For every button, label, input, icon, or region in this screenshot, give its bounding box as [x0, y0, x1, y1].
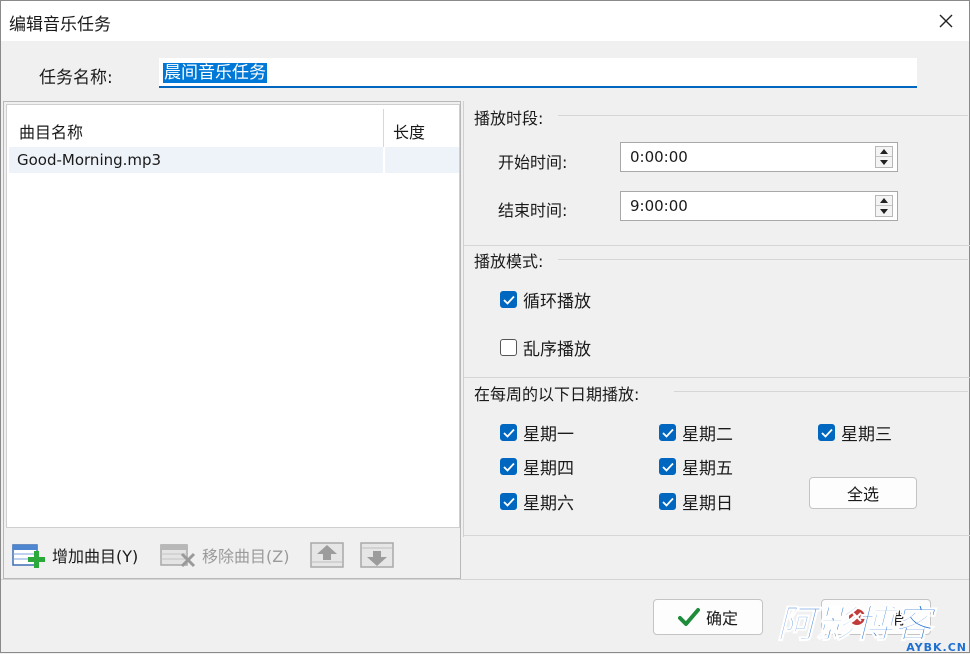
end-time-value: 9:00:00	[630, 197, 688, 215]
triangle-down-icon	[880, 208, 888, 214]
start-time-label: 开始时间:	[498, 153, 568, 172]
ok-label: 确定	[705, 609, 738, 628]
weekday-checkbox-fri[interactable]: 星期五	[659, 454, 733, 479]
song-name-cell: Good-Morning.mp3	[17, 151, 162, 169]
row-divider	[383, 147, 385, 173]
triangle-up-icon	[880, 198, 888, 203]
group-divider	[558, 259, 968, 260]
group-divider	[674, 391, 968, 392]
schedule-panel: 播放时段: 开始时间: 0:00:00 结束时间: 9:00:00 播放模式: …	[463, 101, 970, 537]
move-down-button[interactable]	[360, 538, 396, 572]
checkmark-icon	[661, 497, 674, 507]
select-all-label: 全选	[846, 485, 879, 504]
weekday-checkbox-wed[interactable]: 星期三	[818, 420, 892, 445]
weekdays-title: 在每周的以下日期播放:	[474, 385, 640, 404]
edit-music-task-dialog: 编辑音乐任务 任务名称: 晨间音乐任务 曲目名称 长度 Good-Morning…	[0, 0, 970, 654]
start-time-decrement[interactable]	[876, 157, 892, 167]
start-time-spin-buttons	[875, 146, 893, 168]
song-list[interactable]: 曲目名称 长度 Good-Morning.mp3	[6, 104, 460, 528]
weekday-label: 星期五	[682, 459, 733, 479]
checkbox-box	[659, 458, 676, 475]
checkmark-icon	[820, 428, 833, 438]
ok-button[interactable]: 确定	[653, 599, 763, 635]
window-title: 编辑音乐任务	[9, 15, 111, 35]
loop-play-checkbox[interactable]: 循环播放	[500, 287, 591, 312]
weekday-label: 星期一	[523, 425, 574, 445]
checkmark-icon	[502, 462, 515, 472]
section-divider	[464, 535, 970, 536]
checkbox-box	[500, 493, 517, 510]
task-name-label: 任务名称:	[39, 68, 113, 88]
remove-song-button[interactable]: 移除曲目(Z)	[160, 538, 289, 572]
add-song-icon	[12, 544, 45, 568]
end-time-spin-buttons	[875, 195, 893, 217]
checkmark-icon	[502, 428, 515, 438]
song-list-panel: 曲目名称 长度 Good-Morning.mp3 增加曲目(Y) 移除曲目(Z)	[3, 101, 461, 579]
column-header-length[interactable]: 长度	[393, 119, 425, 143]
checkmark-icon	[661, 428, 674, 438]
checkbox-box	[500, 339, 517, 356]
weekday-label: 星期二	[682, 425, 733, 445]
end-time-spinner[interactable]: 9:00:00	[620, 191, 898, 221]
close-icon	[939, 14, 953, 28]
select-all-button[interactable]: 全选	[809, 477, 917, 509]
triangle-down-icon	[880, 159, 888, 165]
shuffle-play-checkbox[interactable]: 乱序播放	[500, 335, 591, 360]
section-divider	[464, 377, 970, 378]
checkbox-box	[500, 291, 517, 308]
remove-song-icon	[160, 544, 196, 568]
checkbox-box	[500, 424, 517, 441]
song-list-row[interactable]: Good-Morning.mp3	[9, 147, 459, 173]
footer-divider	[1, 579, 969, 580]
weekday-checkbox-sun[interactable]: 星期日	[659, 489, 733, 514]
column-divider[interactable]	[383, 109, 384, 147]
play-mode-title: 播放模式:	[474, 252, 544, 271]
watermark-domain: AYBK.CN	[906, 641, 967, 654]
weekday-label: 星期六	[523, 494, 574, 514]
move-up-icon	[310, 542, 344, 568]
end-time-decrement[interactable]	[876, 206, 892, 216]
weekday-checkbox-thu[interactable]: 星期四	[500, 454, 574, 479]
shuffle-play-label: 乱序播放	[523, 340, 591, 360]
start-time-spinner[interactable]: 0:00:00	[620, 142, 898, 172]
weekday-checkbox-sat[interactable]: 星期六	[500, 489, 574, 514]
triangle-up-icon	[880, 149, 888, 154]
end-time-label: 结束时间:	[498, 201, 568, 220]
end-time-increment[interactable]	[876, 196, 892, 206]
loop-play-label: 循环播放	[523, 292, 591, 312]
close-button[interactable]	[923, 1, 969, 41]
add-song-label: 增加曲目(Y)	[52, 547, 139, 566]
weekday-label: 星期三	[841, 425, 892, 445]
column-header-song-name[interactable]: 曲目名称	[19, 119, 83, 143]
weekday-checkbox-tue[interactable]: 星期二	[659, 420, 733, 445]
task-name-input[interactable]: 晨间音乐任务	[159, 58, 917, 88]
checkbox-box	[659, 424, 676, 441]
song-list-header: 曲目名称 长度	[7, 105, 459, 147]
section-divider	[464, 245, 970, 246]
watermark-text: 阿影博客	[776, 602, 934, 646]
checkmark-icon	[677, 608, 700, 626]
task-name-value: 晨间音乐任务	[163, 63, 267, 83]
watermark-logo: 阿影博客 AYBK.CN	[776, 602, 970, 654]
weekday-label: 星期四	[523, 459, 574, 479]
play-period-title: 播放时段:	[474, 109, 544, 128]
move-up-button[interactable]	[310, 538, 346, 572]
checkmark-icon	[502, 295, 515, 305]
start-time-value: 0:00:00	[630, 148, 688, 166]
song-toolbar: 增加曲目(Y) 移除曲目(Z)	[6, 534, 460, 578]
checkbox-box	[818, 424, 835, 441]
move-down-icon	[360, 542, 394, 568]
add-song-button[interactable]: 增加曲目(Y)	[12, 538, 138, 572]
weekday-label: 星期日	[682, 494, 733, 514]
checkbox-box	[659, 493, 676, 510]
remove-song-label: 移除曲目(Z)	[202, 547, 290, 566]
weekday-checkbox-mon[interactable]: 星期一	[500, 420, 574, 445]
title-bar: 编辑音乐任务	[1, 1, 969, 41]
checkbox-box	[500, 458, 517, 475]
start-time-increment[interactable]	[876, 147, 892, 157]
group-divider	[558, 115, 968, 116]
checkmark-icon	[661, 462, 674, 472]
checkmark-icon	[502, 497, 515, 507]
